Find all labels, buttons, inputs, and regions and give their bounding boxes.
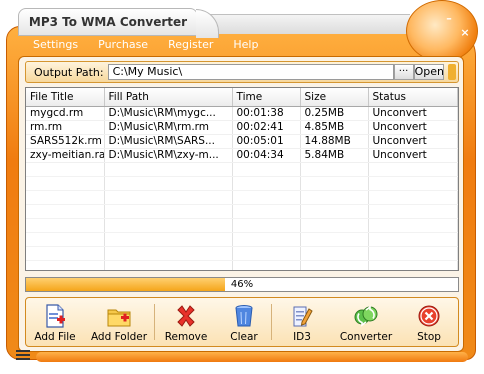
menu-bar: Settings Purchase Register Help (33, 38, 258, 54)
stop-label: Stop (417, 331, 441, 343)
cell-size: 14.88MB (300, 134, 369, 149)
progress-percent-label: 46% (230, 279, 254, 290)
add-file-icon (42, 304, 68, 328)
empty-row (26, 232, 458, 247)
converter-icon (353, 304, 379, 328)
id3-edit-icon (289, 304, 315, 328)
output-path-row: Output Path: C:\My Music\ ··· Open (25, 61, 459, 83)
output-path-label: Output Path: (34, 65, 104, 79)
clear-icon (231, 304, 257, 328)
open-button[interactable]: Open (413, 64, 444, 80)
add-file-label: Add File (34, 331, 76, 343)
cell-time: 00:02:41 (232, 120, 301, 135)
remove-icon (173, 304, 199, 328)
menu-register[interactable]: Register (168, 38, 213, 54)
table-row[interactable]: SARS512k.rm D:\Music\RM\SARS... 00:05:01… (26, 134, 458, 149)
cell-file-title: rm.rm (26, 120, 105, 135)
cell-file-title: zxy-meitian.ram (26, 148, 105, 163)
cell-fill-path: D:\Music\RM\rm.rm (104, 120, 233, 135)
add-folder-icon (106, 304, 132, 328)
column-header-size[interactable]: Size (300, 88, 369, 107)
add-folder-label: Add Folder (90, 331, 148, 343)
cell-fill-path: D:\Music\RM\mygc... (104, 106, 233, 121)
menu-grip-icon[interactable] (16, 350, 30, 362)
cell-time: 00:01:38 (232, 106, 301, 121)
empty-row (26, 162, 458, 177)
cell-file-title: SARS512k.rm (26, 134, 105, 149)
window-title: MP3 To WMA Converter (18, 8, 219, 38)
cell-size: 4.85MB (300, 120, 369, 135)
table-row[interactable]: mygcd.rm D:\Music\RM\mygc... 00:01:38 0.… (26, 106, 458, 121)
empty-row (26, 260, 458, 270)
main-panel: Output Path: C:\My Music\ ··· Open File … (18, 56, 464, 352)
menu-settings[interactable]: Settings (33, 38, 78, 54)
converter-button[interactable]: Converter (332, 298, 400, 346)
table-row[interactable]: rm.rm D:\Music\RM\rm.rm 00:02:41 4.85MB … (26, 120, 458, 135)
remove-button[interactable]: Remove (155, 298, 217, 346)
title-bar-extension (200, 14, 410, 34)
cell-size: 0.25MB (300, 106, 369, 121)
browse-button[interactable]: ··· (393, 64, 414, 80)
cell-status: Unconvert (368, 148, 458, 163)
clear-label: Clear (230, 331, 258, 343)
remove-label: Remove (164, 331, 208, 343)
converter-label: Converter (339, 331, 393, 343)
window-controls-disc: – × (406, 0, 478, 62)
table-row[interactable]: zxy-meitian.ram D:\Music\RM\zxy-m... 00:… (26, 148, 458, 163)
app-window: MP3 To WMA Converter – × Settings Purcha… (0, 0, 484, 374)
cell-fill-path: D:\Music\RM\SARS... (104, 134, 233, 149)
minimize-button[interactable]: – (443, 13, 455, 25)
empty-row (26, 218, 458, 233)
empty-row (26, 204, 458, 219)
empty-row (26, 246, 458, 261)
column-header-fill-path[interactable]: Fill Path (104, 88, 233, 107)
stop-icon (416, 304, 442, 328)
menu-purchase[interactable]: Purchase (98, 38, 148, 54)
path-row-endcap (447, 64, 456, 80)
add-file-button[interactable]: Add File (26, 298, 84, 346)
action-toolbar: Add File Add Folder Remove Clear ID3 Con… (25, 297, 459, 347)
output-path-field[interactable]: C:\My Music\ (107, 64, 394, 80)
cell-status: Unconvert (368, 134, 458, 149)
column-header-file-title[interactable]: File Title (26, 88, 105, 107)
clear-button[interactable]: Clear (217, 298, 271, 346)
close-button[interactable]: × (459, 27, 471, 39)
empty-row (26, 190, 458, 205)
cell-time: 00:04:34 (232, 148, 301, 163)
cell-size: 5.84MB (300, 148, 369, 163)
column-header-time[interactable]: Time (232, 88, 301, 107)
conversion-progress-bar: 46% (25, 277, 459, 292)
cell-status: Unconvert (368, 106, 458, 121)
cell-file-title: mygcd.rm (26, 106, 105, 121)
add-folder-button[interactable]: Add Folder (84, 298, 154, 346)
id3-label: ID3 (293, 331, 311, 343)
cell-time: 00:05:01 (232, 134, 301, 149)
menu-help[interactable]: Help (233, 38, 258, 54)
column-header-status[interactable]: Status (368, 88, 458, 107)
table-header-row: File Title Fill Path Time Size Status (26, 88, 458, 107)
empty-row (26, 176, 458, 191)
cell-status: Unconvert (368, 120, 458, 135)
file-list[interactable]: File Title Fill Path Time Size Status my… (25, 87, 459, 271)
id3-button[interactable]: ID3 (272, 298, 332, 346)
bottom-status-bar (36, 352, 468, 362)
cell-fill-path: D:\Music\RM\zxy-m... (104, 148, 233, 163)
stop-button[interactable]: Stop (400, 298, 458, 346)
